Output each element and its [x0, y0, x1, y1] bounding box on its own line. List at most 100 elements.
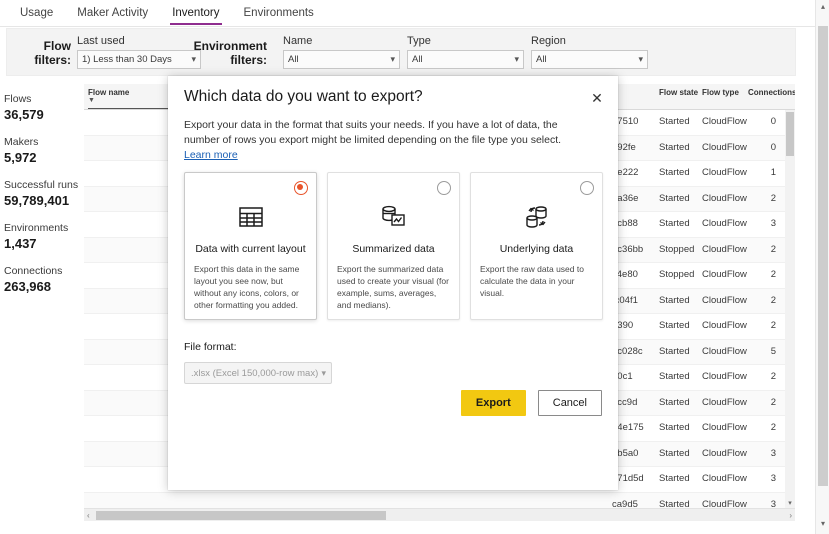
chevron-down-icon: ▾ — [390, 54, 395, 64]
column-header-flow-type[interactable]: Flow type — [702, 88, 739, 97]
kpi-value: 263,968 — [4, 279, 51, 294]
dropdown-value: All — [412, 54, 423, 65]
cell-connections: 3 — [770, 473, 776, 484]
cell-flow-state: Started — [659, 116, 690, 127]
export-option-underlying-data[interactable]: Underlying data Export the raw data used… — [470, 172, 603, 320]
page-scrollbar[interactable]: ▴ ▾ — [815, 0, 829, 534]
kpi-panel: Flows 36,579 Makers 5,972 Successful run… — [0, 92, 84, 307]
scrollbar-thumb[interactable] — [786, 112, 794, 156]
filter-label: Name — [283, 35, 313, 47]
tab-maker-activity[interactable]: Maker Activity — [65, 0, 160, 27]
chevron-down-icon: ▾ — [514, 54, 519, 64]
cell-flow-id: 9cc9d — [612, 396, 638, 408]
filter-region: Region All ▾ — [531, 35, 648, 69]
cell-flow-id: 9390 — [612, 320, 634, 331]
file-format-dropdown[interactable]: .xlsx (Excel 150,000-row max) ▾ — [184, 362, 332, 384]
close-icon[interactable]: ✕ — [586, 87, 608, 109]
cell-flow-state: Stopped — [659, 269, 695, 280]
cell-flow-state: Started — [659, 192, 690, 204]
cell-connections: 0 — [770, 116, 776, 127]
cell-flow-type: CloudFlow — [702, 167, 747, 178]
scrollbar-thumb[interactable] — [96, 511, 386, 520]
kpi-value: 5,972 — [4, 150, 37, 165]
cell-connections: 2 — [770, 422, 776, 433]
cell-flow-type: CloudFlow — [702, 269, 747, 280]
export-data-dialog: Which data do you want to export? ✕ Expo… — [168, 76, 618, 490]
tab-label: Environments — [243, 6, 314, 19]
cell-flow-id: 1e222 — [612, 167, 639, 178]
table-row[interactable]: ca9d5 Started CloudFlow 3 — [84, 492, 795, 509]
dialog-title: Which data do you want to export? — [184, 88, 423, 105]
export-option-current-layout[interactable]: Data with current layout Export this dat… — [184, 172, 317, 320]
cell-flow-id: ac028c — [612, 345, 643, 357]
report-tab-bar: Usage Maker Activity Inventory Environme… — [0, 0, 829, 27]
dropdown-value: 1) Less than 30 Days — [82, 54, 172, 65]
table-horizontal-scrollbar[interactable]: ‹ › — [84, 508, 795, 521]
cell-connections: 2 — [770, 269, 776, 280]
table-vertical-scrollbar[interactable]: ▾ — [785, 110, 795, 508]
column-header-flow-state[interactable]: Flow state — [659, 88, 698, 97]
export-option-summarized-data[interactable]: Summarized data Export the summarized da… — [327, 172, 460, 320]
page-scrollbar-thumb[interactable] — [818, 26, 828, 486]
filter-name: Name All ▾ — [283, 35, 400, 69]
export-button[interactable]: Export — [460, 390, 526, 416]
cell-connections: 2 — [770, 294, 776, 306]
last-used-dropdown[interactable]: 1) Less than 30 Days ▾ — [77, 50, 201, 69]
scroll-down-icon[interactable]: ▾ — [785, 499, 795, 508]
dialog-actions: Export Cancel — [460, 390, 602, 416]
learn-more-link[interactable]: Learn more — [184, 149, 238, 161]
scroll-right-icon[interactable]: › — [789, 510, 792, 521]
tab-environments[interactable]: Environments — [232, 0, 326, 27]
cell-flow-type: CloudFlow — [702, 473, 747, 484]
type-dropdown[interactable]: All ▾ — [407, 50, 524, 69]
radio-button-current-layout[interactable] — [294, 181, 308, 195]
cell-flow-type: CloudFlow — [702, 498, 747, 509]
table-grid-icon — [234, 201, 268, 233]
cell-flow-state: Stopped — [659, 243, 695, 255]
radio-button-underlying-data[interactable] — [580, 181, 594, 195]
file-format-value: .xlsx (Excel 150,000-row max) — [191, 367, 319, 379]
kpi-successful-runs: Successful runs 59,789,401 — [0, 178, 84, 210]
cell-flow-type: CloudFlow — [702, 141, 747, 153]
cell-flow-id: eb5a0 — [612, 447, 639, 459]
page-scroll-down-icon[interactable]: ▾ — [816, 519, 829, 528]
export-option-cards: Data with current layout Export this dat… — [184, 172, 604, 320]
cell-flow-id: c4e80 — [612, 269, 638, 280]
dialog-description: Export your data in the format that suit… — [184, 118, 588, 163]
cell-flow-state: Started — [659, 294, 690, 306]
sort-descending-icon: ▼ — [88, 97, 95, 104]
file-format-label: File format: — [184, 341, 237, 353]
cancel-button[interactable]: Cancel — [537, 390, 602, 416]
cell-connections: 3 — [770, 447, 776, 459]
column-header-flow-name[interactable]: Flow name — [88, 88, 129, 97]
cell-flow-state: Started — [659, 396, 690, 408]
cell-flow-id: 20c1 — [612, 371, 633, 382]
page-scroll-up-icon[interactable]: ▴ — [816, 2, 829, 11]
kpi-flows: Flows 36,579 — [0, 92, 84, 124]
cell-flow-type: CloudFlow — [702, 320, 747, 331]
radio-button-summarized-data[interactable] — [437, 181, 451, 195]
name-dropdown[interactable]: All ▾ — [283, 50, 400, 69]
cell-flow-type: CloudFlow — [702, 371, 747, 382]
dialog-description-text: Export your data in the format that suit… — [184, 119, 562, 146]
tab-inventory[interactable]: Inventory — [160, 0, 231, 27]
power-bi-report-page: Usage Maker Activity Inventory Environme… — [0, 0, 829, 534]
cell-flow-id: 592fe — [612, 141, 636, 153]
filter-label: Type — [407, 35, 431, 47]
flow-filters-label: Flow filters: — [34, 39, 71, 67]
cell-flow-type: CloudFlow — [702, 192, 747, 204]
cell-connections: 2 — [770, 320, 776, 331]
dropdown-value: All — [288, 54, 299, 65]
region-dropdown[interactable]: All ▾ — [531, 50, 648, 69]
cell-flow-id: ea36e — [612, 192, 639, 204]
scroll-left-icon[interactable]: ‹ — [87, 510, 90, 521]
cell-flow-id: b71d5d — [612, 473, 644, 484]
tab-usage[interactable]: Usage — [8, 0, 65, 27]
cell-flow-type: CloudFlow — [702, 447, 747, 459]
cell-flow-state: Started — [659, 498, 690, 509]
kpi-value: 1,437 — [4, 236, 37, 251]
cell-flow-state: Started — [659, 167, 690, 178]
option-title: Underlying data — [499, 243, 574, 255]
cell-flow-state: Started — [659, 371, 690, 382]
column-header-connections[interactable]: Connections — [748, 88, 795, 97]
